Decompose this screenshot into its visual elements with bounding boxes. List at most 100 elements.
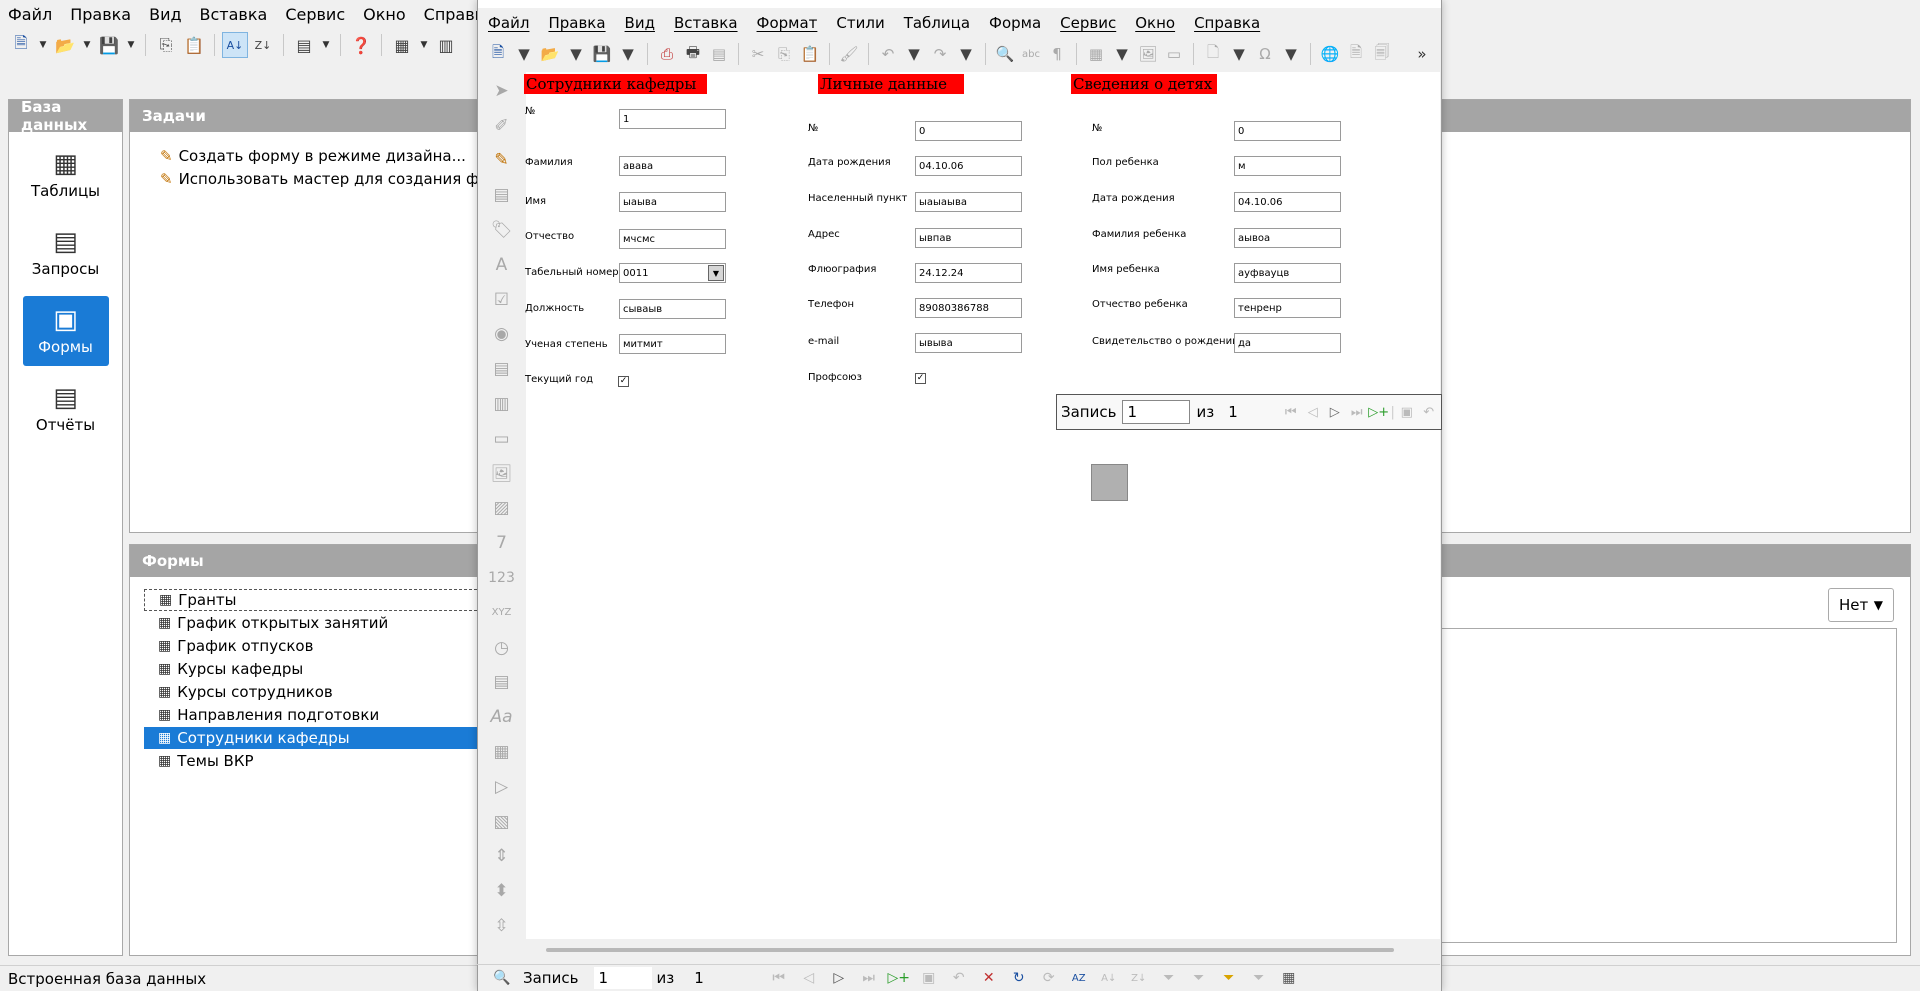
menu-window[interactable]: Окно	[1135, 14, 1175, 32]
menu-view[interactable]: Вид	[625, 14, 655, 32]
hyperlink-icon[interactable]: 🌐	[1318, 41, 1342, 67]
chevron-down-icon[interactable]: ▼	[564, 41, 588, 67]
paste-icon[interactable]: 📋	[181, 32, 207, 58]
print-icon[interactable]: 🖶	[681, 41, 705, 67]
select-pointer-icon[interactable]: ➤	[488, 76, 516, 106]
formatting-marks-icon[interactable]: ¶	[1045, 41, 1069, 67]
menu-styles[interactable]: Стили	[836, 14, 884, 32]
menu-help[interactable]: Справка	[1194, 14, 1260, 32]
new-record-icon[interactable]: ▷+	[884, 970, 914, 986]
menu-edit[interactable]: Правка	[548, 14, 605, 32]
sort-ascending-icon[interactable]: A↓	[1094, 973, 1124, 984]
field-input-birth-certificate[interactable]: да	[1234, 333, 1341, 353]
save-record-icon[interactable]: ▣	[1396, 405, 1418, 420]
form-design-icon[interactable]: ✎	[488, 146, 516, 176]
list-item[interactable]: ▦ Темы ВКР	[144, 750, 482, 772]
checkbox-trade-union[interactable]: ✓	[915, 373, 926, 384]
chevron-down-icon[interactable]: ▼	[124, 32, 138, 58]
record-number-input[interactable]: 1	[594, 967, 653, 989]
base-menu-edit[interactable]: Правка	[70, 5, 131, 24]
copy-icon[interactable]: ⎘	[153, 32, 179, 58]
field-input-number[interactable]: 1	[619, 109, 726, 129]
field-input-birth-date[interactable]: 04.10.06	[915, 156, 1022, 176]
base-menu-window[interactable]: Окно	[363, 5, 406, 24]
chevron-down-icon[interactable]: ▼	[616, 41, 640, 67]
delete-record-icon[interactable]: ✕	[974, 970, 1004, 986]
sort-icon[interactable]: AZ	[1064, 973, 1094, 984]
form-filter-icon[interactable]: ⏷	[1214, 970, 1244, 986]
sort-ascending-icon[interactable]: A↓	[222, 32, 248, 58]
chevron-down-icon[interactable]: ▼	[1227, 41, 1251, 67]
menu-table[interactable]: Таблица	[904, 14, 970, 32]
field-input-email[interactable]: ывыва	[915, 333, 1022, 353]
field-input-personal-number[interactable]: 0	[915, 121, 1022, 141]
refresh-control-icon[interactable]: ⟳	[1034, 970, 1064, 986]
chevron-down-icon[interactable]: ▼	[1110, 41, 1134, 67]
formatted-field-icon[interactable]: Aa	[488, 702, 516, 732]
date-field-icon[interactable]: 7	[488, 528, 516, 558]
save-record-icon[interactable]: ▣	[914, 970, 944, 986]
radio-button-icon[interactable]: ◉	[488, 320, 516, 350]
field-input-address[interactable]: ывпав	[915, 228, 1022, 248]
previous-record-icon[interactable]: ◁	[794, 970, 824, 986]
insert-image-icon[interactable]: 🖼	[1136, 41, 1160, 67]
form-properties-icon[interactable]: ▤	[488, 180, 516, 210]
db-item-reports[interactable]: ▤ Отчёты	[23, 374, 109, 444]
field-input-child-patronymic[interactable]: тенренр	[1234, 298, 1341, 318]
data-source-icon[interactable]: ▦	[1274, 970, 1304, 986]
list-item[interactable]: ▦ Гранты	[144, 589, 482, 611]
undo-icon[interactable]: ↶	[876, 41, 900, 67]
push-button-icon[interactable]: ▭	[488, 424, 516, 454]
list-item[interactable]: ▦ График открытых занятий	[144, 612, 482, 634]
design-mode-icon[interactable]: ✐	[488, 111, 516, 141]
field-input-locality[interactable]: ыаыаыва	[915, 192, 1022, 212]
db-item-tables[interactable]: ▦ Таблицы	[23, 140, 109, 210]
pattern-field-icon[interactable]: XYZ	[488, 598, 516, 628]
open-folder-icon[interactable]: 📂	[538, 41, 562, 67]
horizontal-scrollbar[interactable]	[546, 948, 1394, 952]
reset-filter-icon[interactable]: ⏷	[1244, 970, 1274, 986]
chevron-down-icon[interactable]: ▼	[1279, 41, 1303, 67]
table-control-icon[interactable]: ▦	[488, 737, 516, 767]
special-character-icon[interactable]: Ω	[1253, 41, 1277, 67]
field-input-child-birth-date[interactable]: 04.10.06	[1234, 192, 1341, 212]
chevron-down-icon[interactable]: ▼	[36, 32, 50, 58]
field-input-child-number[interactable]: 0	[1234, 121, 1341, 141]
insert-field-icon[interactable]: 🗋	[1201, 41, 1225, 67]
apply-filter-icon[interactable]: ⏷	[1184, 970, 1214, 986]
preview-select[interactable]: Нет ▼	[1828, 588, 1894, 622]
menu-insert[interactable]: Вставка	[674, 14, 738, 32]
base-menu-view[interactable]: Вид	[149, 5, 181, 24]
form-push-button[interactable]	[1091, 464, 1128, 501]
navigation-bar-icon[interactable]: ▷	[488, 772, 516, 802]
file-selection-icon[interactable]: ▧	[488, 807, 516, 837]
save-icon[interactable]: 💾	[590, 41, 614, 67]
field-input-degree[interactable]: митмит	[619, 334, 726, 354]
list-item[interactable]: ▦ Сотрудники кафедры	[144, 727, 482, 749]
image-button-icon[interactable]: 🖼	[488, 459, 516, 489]
field-input-surname[interactable]: авава	[619, 156, 726, 176]
search-icon[interactable]: 🔍	[487, 970, 517, 986]
menu-format[interactable]: Формат	[757, 14, 818, 32]
menu-file[interactable]: Файл	[488, 14, 529, 32]
refresh-icon[interactable]: ↻	[1004, 970, 1034, 986]
field-input-position[interactable]: сываыв	[619, 299, 726, 319]
footnote-icon[interactable]: 🗎	[1344, 41, 1368, 67]
field-input-child-surname[interactable]: аывоа	[1234, 228, 1341, 248]
checkbox-icon[interactable]: ☑	[488, 285, 516, 315]
menu-tools[interactable]: Сервис	[1060, 14, 1116, 32]
field-input-patronymic[interactable]: мчсмс	[619, 229, 726, 249]
field-input-fluorography[interactable]: 24.12.24	[915, 263, 1022, 283]
field-input-child-name[interactable]: ауфвауцв	[1234, 263, 1341, 283]
more-options-icon[interactable]: »	[1410, 41, 1434, 67]
base-menu-insert[interactable]: Вставка	[200, 5, 268, 24]
new-form-icon[interactable]: ▦	[389, 32, 415, 58]
time-field-icon[interactable]: ◷	[488, 633, 516, 663]
chevron-down-icon[interactable]: ▼	[708, 265, 724, 281]
base-menu-tools[interactable]: Сервис	[285, 5, 345, 24]
checkbox-current-year[interactable]: ✓	[618, 376, 629, 387]
save-icon[interactable]: 💾	[96, 32, 122, 58]
currency-field-icon[interactable]: ▤	[488, 668, 516, 698]
record-number-input[interactable]: 1	[1122, 400, 1191, 424]
comment-icon[interactable]: 🗐	[1370, 41, 1394, 67]
